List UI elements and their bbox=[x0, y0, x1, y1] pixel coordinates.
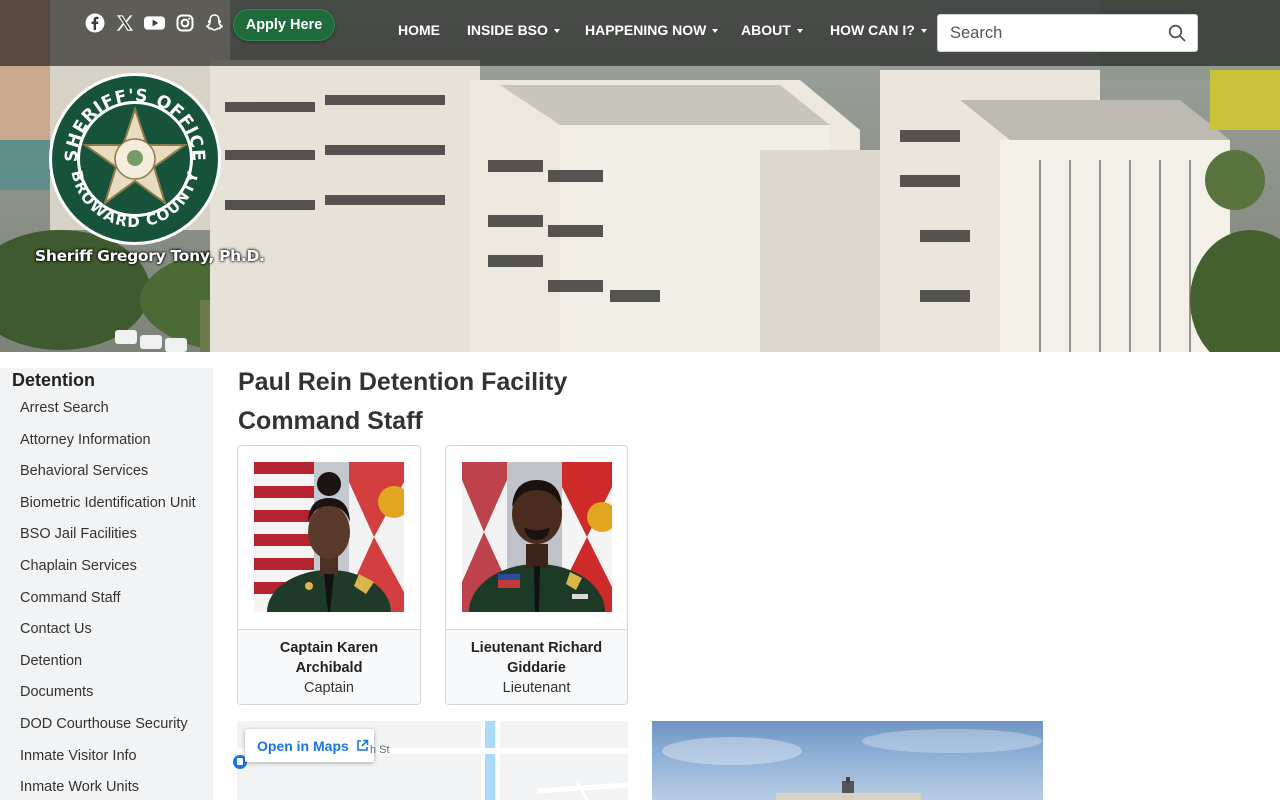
nav-inside-bso-label: INSIDE BSO bbox=[467, 22, 548, 38]
nav-about-label: ABOUT bbox=[741, 22, 791, 38]
staff-card[interactable]: Lieutenant Richard Giddarie Lieutenant bbox=[445, 445, 628, 705]
sidebar-item-command-staff[interactable]: Command Staff bbox=[20, 590, 196, 622]
sidebar-item-bso-jail-facilities[interactable]: BSO Jail Facilities bbox=[20, 526, 196, 558]
nav-happening-now-label: HAPPENING NOW bbox=[585, 22, 707, 38]
nav-about[interactable]: ABOUT bbox=[741, 22, 803, 38]
sidebar-item-chaplain-services[interactable]: Chaplain Services bbox=[20, 558, 196, 590]
caret-down-icon bbox=[796, 28, 803, 33]
section-title: Command Staff bbox=[238, 407, 423, 435]
snapchat-icon[interactable] bbox=[204, 12, 225, 33]
staff-rank: Lieutenant bbox=[502, 680, 571, 696]
staff-photo bbox=[254, 462, 404, 612]
sidebar-item-behavioral-services[interactable]: Behavioral Services bbox=[20, 463, 196, 495]
staff-photo bbox=[462, 462, 612, 612]
staff-portrait-image bbox=[462, 462, 612, 612]
search-box bbox=[937, 14, 1198, 52]
sidebar-item-inmate-work-units[interactable]: Inmate Work Units bbox=[20, 779, 196, 800]
caret-down-icon bbox=[712, 28, 719, 33]
search-icon[interactable] bbox=[1168, 24, 1186, 42]
external-link-icon bbox=[356, 739, 369, 751]
sheriff-seal-logo[interactable]: SHERIFF'S OFFICE BROWARD COUNTY bbox=[47, 71, 223, 247]
x-icon[interactable] bbox=[114, 12, 135, 33]
nav-home-label: HOME bbox=[398, 22, 440, 38]
search-input[interactable] bbox=[938, 15, 1160, 51]
sidebar-item-attorney-information[interactable]: Attorney Information bbox=[20, 432, 196, 464]
facility-photo bbox=[652, 721, 1043, 800]
nav-happening-now[interactable]: HAPPENING NOW bbox=[585, 22, 719, 38]
sidebar-title: Detention bbox=[12, 370, 95, 390]
sidebar-item-arrest-search[interactable]: Arrest Search bbox=[20, 400, 196, 432]
page-title: Paul Rein Detention Facility bbox=[238, 368, 568, 396]
staff-rank: Captain bbox=[304, 680, 354, 696]
open-in-maps-label: Open in Maps bbox=[257, 737, 349, 754]
caret-down-icon bbox=[553, 28, 560, 33]
social-links bbox=[84, 12, 225, 33]
sidebar-item-detention[interactable]: Detention bbox=[20, 653, 196, 685]
sidebar-item-contact-us[interactable]: Contact Us bbox=[20, 621, 196, 653]
sheriff-name: Sheriff Gregory Tony, Ph.D. bbox=[35, 247, 265, 265]
hero-banner: Apply Here HOME INSIDE BSO HAPPENING NOW… bbox=[0, 0, 1280, 352]
facebook-icon[interactable] bbox=[84, 12, 105, 33]
sidebar-menu: Arrest Search Attorney Information Behav… bbox=[20, 400, 196, 800]
instagram-icon[interactable] bbox=[174, 12, 195, 33]
sidebar-item-biometric-identification-unit[interactable]: Biometric Identification Unit bbox=[20, 495, 196, 527]
map-street-label: h St bbox=[370, 744, 390, 756]
facility-building-image bbox=[662, 729, 1042, 800]
staff-card-footer: Captain Karen Archibald Captain bbox=[238, 629, 420, 704]
youtube-icon[interactable] bbox=[144, 12, 165, 33]
staff-name: Captain Karen Archibald bbox=[279, 640, 379, 676]
sidebar-item-documents[interactable]: Documents bbox=[20, 684, 196, 716]
sidebar: Detention Arrest Search Attorney Informa… bbox=[0, 368, 213, 800]
apply-here-button[interactable]: Apply Here bbox=[233, 9, 335, 41]
sidebar-item-inmate-visitor-info[interactable]: Inmate Visitor Info bbox=[20, 748, 196, 780]
nav-inside-bso[interactable]: INSIDE BSO bbox=[467, 22, 560, 38]
sidebar-item-dod-courthouse-security[interactable]: DOD Courthouse Security bbox=[20, 716, 196, 748]
staff-name: Lieutenant Richard Giddarie bbox=[470, 640, 603, 676]
open-in-maps-button[interactable]: Open in Maps bbox=[245, 729, 374, 762]
nav-how-can-i-label: HOW CAN I? bbox=[830, 22, 915, 38]
caret-down-icon bbox=[920, 28, 927, 33]
nav-home[interactable]: HOME bbox=[398, 22, 440, 38]
staff-card-footer: Lieutenant Richard Giddarie Lieutenant bbox=[446, 629, 627, 704]
nav-how-can-i[interactable]: HOW CAN I? bbox=[830, 22, 927, 38]
staff-card[interactable]: Captain Karen Archibald Captain bbox=[237, 445, 421, 705]
staff-portrait-image bbox=[254, 462, 404, 612]
